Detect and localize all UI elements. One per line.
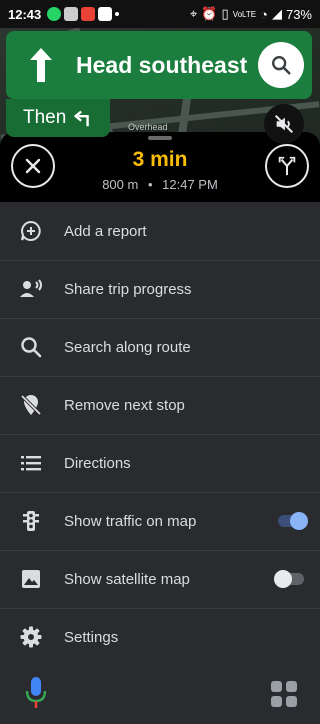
menu-item-label: Remove next stop — [64, 396, 185, 414]
menu-item-satellite[interactable]: Show satellite map — [0, 550, 320, 608]
menu-item-add-report[interactable]: Add a report — [0, 202, 320, 260]
menu-item-label: Share trip progress — [64, 280, 192, 298]
bottom-bar — [0, 662, 320, 724]
menu-item-label: Add a report — [64, 222, 147, 240]
eta-header: 3 min 800 m • 12:47 PM — [0, 132, 320, 202]
signal-icon: ◢ — [271, 6, 282, 21]
list-icon — [18, 450, 44, 476]
location-icon: ⌖ — [190, 6, 198, 21]
mail-icon — [81, 7, 96, 21]
trip-menu: Add a report Share trip progress Search … — [0, 202, 320, 666]
eta-distance: 800 m — [102, 177, 139, 192]
menu-item-search-route[interactable]: Search along route — [0, 318, 320, 376]
menu-item-label: Show satellite map — [64, 570, 190, 588]
chat-icon — [64, 7, 79, 21]
route-options-button[interactable] — [265, 144, 309, 188]
navigation-instruction: Head southeast — [76, 51, 248, 78]
toggle-knob — [274, 570, 292, 588]
wifi-icon: ◔ — [260, 6, 268, 22]
volume-off-icon — [275, 115, 293, 133]
volte-icon: VoLTE — [232, 9, 257, 19]
traffic-toggle[interactable] — [278, 512, 308, 530]
apps-grid-icon[interactable] — [270, 680, 298, 708]
menu-item-share-trip[interactable]: Share trip progress — [0, 260, 320, 318]
share-person-icon — [18, 276, 44, 302]
satellite-toggle[interactable] — [274, 570, 304, 588]
news-icon — [98, 7, 113, 21]
mute-button[interactable] — [264, 104, 304, 144]
remove-stop-icon — [18, 392, 44, 418]
turn-left-icon — [74, 110, 90, 127]
mic-icon[interactable] — [24, 676, 48, 710]
battery-level: 73% — [285, 6, 312, 22]
menu-item-directions[interactable]: Directions — [0, 434, 320, 492]
menu-item-traffic[interactable]: Show traffic on map — [0, 492, 320, 550]
dot-icon — [115, 12, 120, 16]
eta-separator: • — [147, 177, 153, 192]
status-time: 12:43 — [8, 6, 42, 22]
vibrate-icon: ▯ — [221, 6, 229, 21]
menu-item-remove-stop[interactable]: Remove next stop — [0, 376, 320, 434]
status-bar: 12:43 ⌖ ⏰ ▯ VoLTE ◔ ◢ 73% — [0, 0, 320, 28]
trip-sheet: 3 min 800 m • 12:47 PM Add a report Shar… — [0, 132, 320, 724]
map-road-label: Overhead — [128, 122, 168, 132]
route-options-icon — [278, 156, 296, 176]
toggle-knob — [290, 512, 308, 530]
next-turn-card[interactable]: Then — [6, 99, 110, 137]
navigation-instruction-card[interactable]: Head southeast — [6, 31, 312, 99]
drag-handle[interactable] — [148, 136, 172, 140]
whatsapp-icon — [47, 7, 62, 21]
alarm-icon: ⏰ — [201, 6, 218, 21]
menu-item-settings[interactable]: Settings — [0, 608, 320, 666]
eta-arrival: 12:47 PM — [162, 177, 218, 192]
next-turn-label: Then — [23, 107, 67, 128]
add-report-icon — [18, 218, 44, 244]
menu-item-label: Directions — [64, 454, 131, 472]
menu-item-label: Show traffic on map — [64, 512, 197, 530]
search-button[interactable] — [258, 42, 304, 88]
menu-item-label: Settings — [64, 628, 119, 646]
search-icon — [272, 56, 291, 75]
menu-item-label: Search along route — [64, 338, 191, 356]
search-icon — [18, 334, 44, 360]
arrow-up-icon — [6, 46, 76, 84]
traffic-light-icon — [18, 508, 44, 534]
image-icon — [18, 566, 44, 592]
gear-icon — [18, 624, 44, 650]
